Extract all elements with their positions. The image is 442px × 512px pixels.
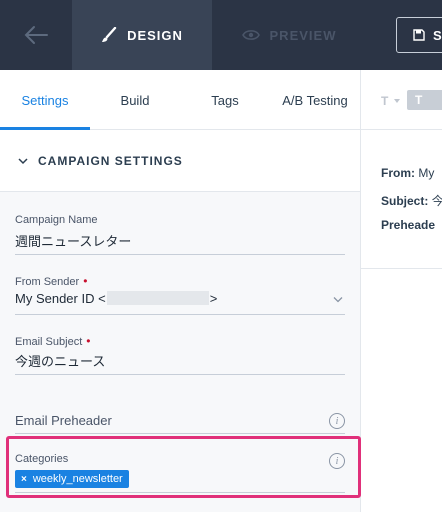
active-tab-indicator xyxy=(0,127,90,130)
preview-subject-value: 今 xyxy=(431,194,442,208)
preview-from-value: My xyxy=(418,166,435,180)
categories-field[interactable]: Categories i × weekly_newsletter xyxy=(15,453,345,493)
tab-tags-label: Tags xyxy=(211,92,239,108)
eye-icon xyxy=(241,30,260,40)
redacted-email xyxy=(106,291,209,305)
email-preheader-field[interactable]: Email Preheader i xyxy=(15,413,345,434)
preview-from: From: My xyxy=(381,166,434,180)
preview-from-label: From: xyxy=(381,166,415,180)
preview-subject: Subject: 今 xyxy=(381,192,442,209)
section-title: CAMPAIGN SETTINGS xyxy=(38,154,183,168)
back-button[interactable] xyxy=(0,0,72,70)
tab-build-label: Build xyxy=(120,92,150,108)
category-tag[interactable]: × weekly_newsletter xyxy=(15,470,129,488)
brush-icon xyxy=(102,27,117,42)
info-icon[interactable]: i xyxy=(329,413,345,429)
tab-design-label: DESIGN xyxy=(127,27,183,43)
settings-subtabs: Settings Build Tags A/B Testing xyxy=(0,70,360,130)
category-tag-label: weekly_newsletter xyxy=(32,473,123,485)
tab-preview-label: PREVIEW xyxy=(269,27,337,43)
tab-tags[interactable]: Tags xyxy=(180,70,270,130)
preview-preheader: Preheade xyxy=(381,218,435,232)
campaign-name-input[interactable]: 週間ニュースレター xyxy=(15,231,131,250)
tab-ab-testing-label: A/B Testing xyxy=(282,92,348,108)
info-icon[interactable]: i xyxy=(329,453,345,469)
tab-ab-testing[interactable]: A/B Testing xyxy=(270,70,360,130)
tab-preview[interactable]: PREVIEW xyxy=(212,0,366,70)
preview-subject-label: Subject: xyxy=(381,194,429,208)
floppy-disk-icon xyxy=(413,29,425,41)
text-format-icon[interactable]: T xyxy=(381,94,388,108)
settings-panel: Settings Build Tags A/B Testing CAMPAIGN… xyxy=(0,70,361,512)
preview-preheader-label: Preheade xyxy=(381,218,436,232)
from-sender-field[interactable]: From Sender • My Sender ID < > xyxy=(15,274,345,315)
chevron-down-icon[interactable] xyxy=(333,296,343,303)
text-size-icon[interactable]: T xyxy=(407,90,442,110)
campaign-name-field[interactable]: Campaign Name 週間ニュースレター xyxy=(15,214,345,255)
from-sender-label: From Sender • xyxy=(15,274,87,288)
tab-settings[interactable]: Settings xyxy=(0,70,90,130)
tab-build[interactable]: Build xyxy=(90,70,180,130)
from-sender-select-value[interactable]: My Sender ID < > xyxy=(15,291,217,306)
chevron-down-icon[interactable] xyxy=(394,99,400,103)
from-sender-value-prefix: My Sender ID < xyxy=(15,291,106,306)
categories-label: Categories xyxy=(15,453,69,465)
top-bar: DESIGN PREVIEW S xyxy=(0,0,442,70)
email-subject-input[interactable]: 今週のニュース xyxy=(15,351,105,370)
chevron-down-icon xyxy=(18,158,28,165)
campaign-settings-header[interactable]: CAMPAIGN SETTINGS xyxy=(0,131,360,191)
email-subject-label: Email Subject • xyxy=(15,334,90,348)
tab-design[interactable]: DESIGN xyxy=(72,0,212,70)
email-subject-label-text: Email Subject xyxy=(15,336,83,348)
remove-tag-icon[interactable]: × xyxy=(21,474,27,485)
editor-toolbar: T T xyxy=(361,70,442,130)
required-marker: • xyxy=(86,334,91,348)
required-marker: • xyxy=(83,274,88,288)
campaign-name-label: Campaign Name xyxy=(15,214,98,226)
email-preheader-label: Email Preheader xyxy=(15,413,112,428)
save-button-label: S xyxy=(433,27,442,43)
arrow-left-icon xyxy=(24,26,48,44)
email-subject-field[interactable]: Email Subject • 今週のニュース xyxy=(15,334,345,375)
from-sender-value-suffix: > xyxy=(209,291,218,306)
tab-settings-label: Settings xyxy=(21,92,69,108)
campaign-settings-form: Campaign Name 週間ニュースレター From Sender • My … xyxy=(0,191,360,512)
save-button[interactable]: S xyxy=(396,17,442,53)
email-preview-meta: From: My Subject: 今 Preheade xyxy=(361,131,442,269)
from-sender-label-text: From Sender xyxy=(15,276,80,288)
